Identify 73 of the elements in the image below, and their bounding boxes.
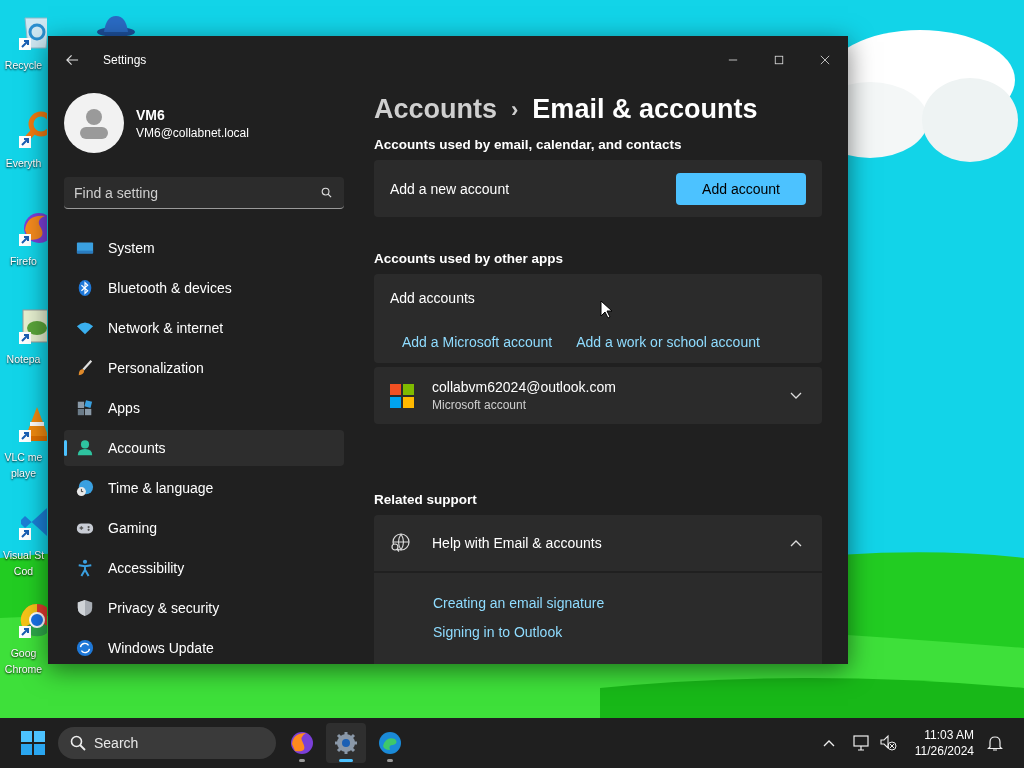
window-title: Settings xyxy=(103,53,147,67)
nav-item[interactable]: Personalization xyxy=(64,350,344,386)
account-email: collabvm62024@outlook.com xyxy=(432,379,617,396)
user-name: VM6 xyxy=(136,106,166,123)
search-icon[interactable] xyxy=(321,187,332,198)
expander-label: Help with Email & accounts xyxy=(432,534,603,551)
four-squares-logo-icon xyxy=(390,383,414,408)
clock-date[interactable]: 11/26/2024 xyxy=(914,743,974,759)
fox-icon xyxy=(290,731,314,755)
link[interactable]: Add a Microsoft account xyxy=(402,334,553,351)
settings-search-field[interactable]: Find a setting xyxy=(64,177,344,209)
speaker-muted-icon[interactable] xyxy=(878,734,897,752)
section-heading: Accounts used by email, calendar, and contacts xyxy=(374,137,683,152)
chevron-up-icon[interactable] xyxy=(790,538,802,547)
nav-item[interactable]: Accounts xyxy=(64,430,344,466)
hat-icon[interactable] xyxy=(96,14,136,38)
desktop-icon-label: Goog xyxy=(10,646,37,661)
nav-item[interactable]: Accessibility xyxy=(64,550,344,586)
desktop-icon-label: playe xyxy=(10,466,37,481)
nav-item[interactable]: Bluetooth & devices xyxy=(64,270,344,306)
swirl-icon xyxy=(378,731,402,755)
breadcrumb-separator: › xyxy=(511,96,519,123)
nav-item[interactable]: Privacy & security xyxy=(64,590,344,626)
back-arrow-icon[interactable] xyxy=(66,54,79,66)
shield-icon xyxy=(76,599,94,617)
start-button[interactable] xyxy=(21,731,45,755)
globe-search-icon xyxy=(390,532,410,553)
bell-icon[interactable] xyxy=(986,734,1004,752)
chevron-up-icon[interactable] xyxy=(822,739,835,747)
settings-app-button[interactable] xyxy=(326,723,366,763)
chevron-down-icon[interactable] xyxy=(790,391,802,400)
link[interactable]: Signing in to Outlook xyxy=(433,623,822,640)
desktop-icon-label: VLC me xyxy=(4,450,43,465)
user-email: VM6@collabnet.local xyxy=(136,125,249,140)
account-card[interactable]: collabvm62024@outlook.com Microsoft account xyxy=(374,367,822,425)
desktop-icon-label: Notepa xyxy=(6,352,41,367)
gear-icon xyxy=(334,731,358,755)
desktop-icon-label: Recycle xyxy=(4,58,43,73)
apps-icon xyxy=(76,399,94,417)
card-label: Add a new account xyxy=(390,180,510,197)
nav-item[interactable]: Gaming xyxy=(64,510,344,546)
desktop-icon-label: Everyth xyxy=(5,156,42,171)
card-label: Add accounts xyxy=(390,290,476,307)
notepad-icon[interactable] xyxy=(17,306,47,346)
desktop-icon-label: Cod xyxy=(13,564,34,579)
mouse-pointer-icon xyxy=(600,300,612,319)
desktop-icon-label: Chrome xyxy=(4,662,43,677)
brush-icon xyxy=(76,359,94,377)
bluetooth-icon xyxy=(76,279,94,297)
breadcrumb-link[interactable]: Accounts xyxy=(374,94,498,125)
nav-item[interactable]: System xyxy=(64,230,344,266)
search-icon xyxy=(70,735,86,751)
account-type: Microsoft account xyxy=(432,398,528,413)
page-title: Email & accounts xyxy=(532,94,758,125)
person-icon xyxy=(76,439,94,457)
desktop-icon-label: Firefo xyxy=(10,254,37,269)
accessibility-icon xyxy=(76,559,94,577)
nav-item[interactable]: Network & internet xyxy=(64,310,344,346)
expander-header[interactable]: Help with Email & accounts xyxy=(374,515,822,571)
link[interactable]: Add a work or school account xyxy=(576,334,760,351)
avatar xyxy=(64,93,124,153)
nav-item[interactable]: Apps xyxy=(64,390,344,426)
nav-item[interactable]: Time & language xyxy=(64,470,344,506)
network-icon[interactable] xyxy=(852,734,871,752)
taskbar-search-field[interactable]: Search xyxy=(58,727,276,759)
globe-clock-icon xyxy=(76,479,94,497)
section-heading: Accounts used by other apps xyxy=(374,251,565,267)
clock-time[interactable]: 11:03 AM xyxy=(924,727,974,743)
refresh-icon xyxy=(76,639,94,657)
add-account-button[interactable]: Add account xyxy=(676,172,806,205)
nav-item[interactable]: Windows Update xyxy=(64,630,344,664)
section-heading: Related support xyxy=(374,492,478,508)
link[interactable]: Creating an email signature xyxy=(433,594,822,611)
